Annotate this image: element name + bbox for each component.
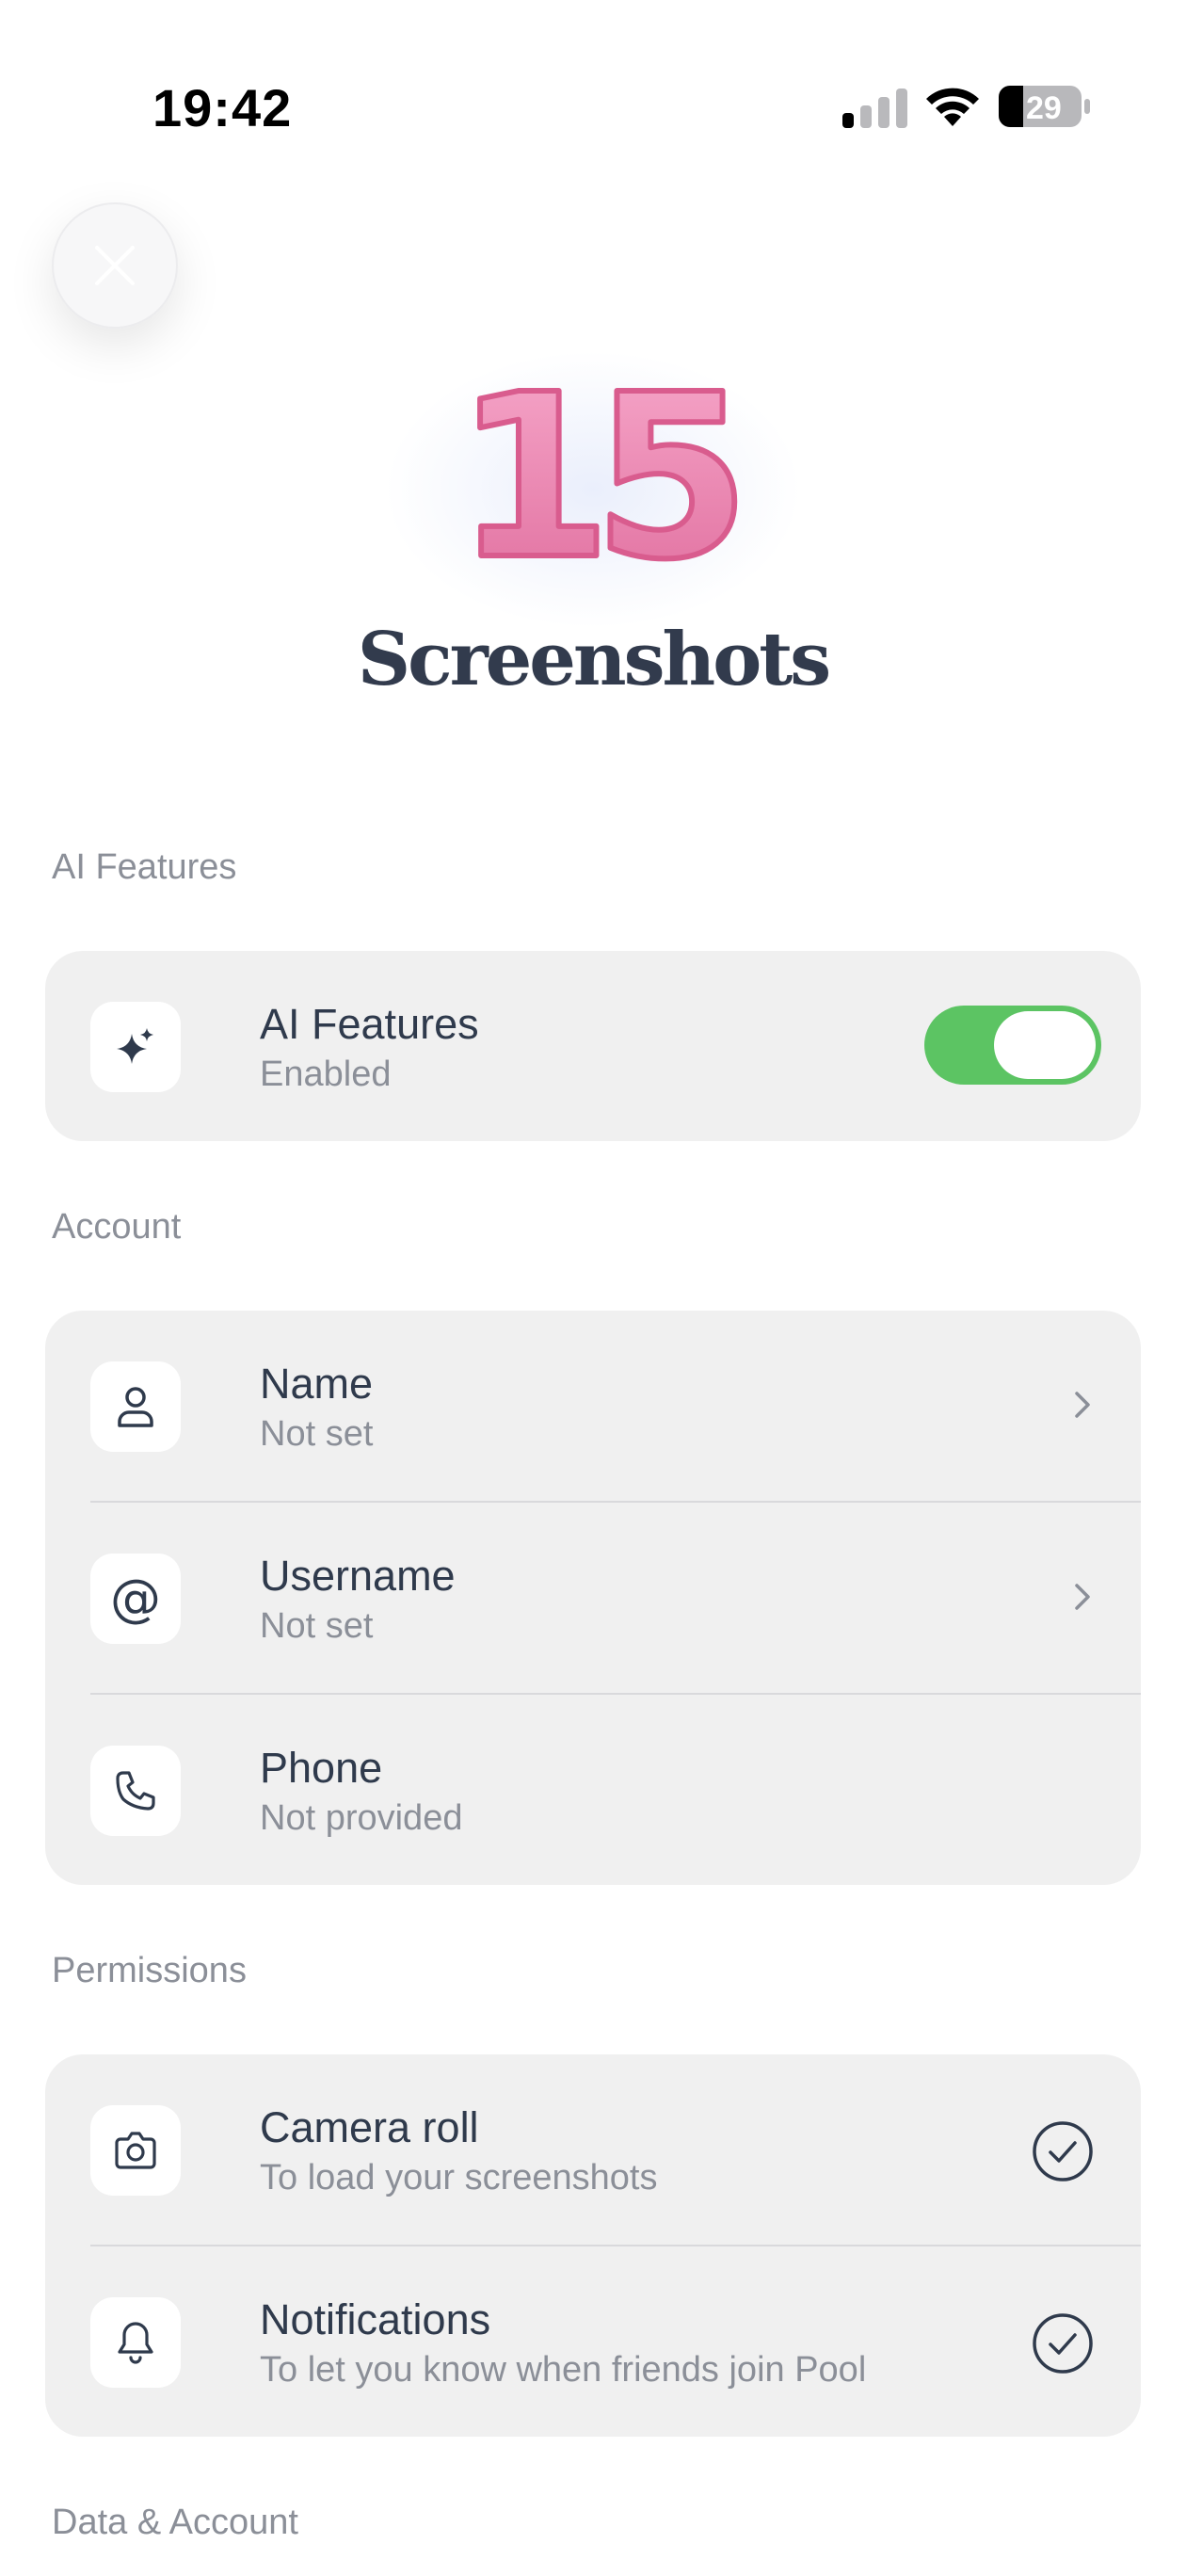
count-number: 15: [455, 358, 735, 603]
sparkle-icon: [117, 1028, 153, 1064]
chevron-right-icon: [1075, 1392, 1090, 1418]
ai-features-status: Enabled: [260, 1055, 392, 1094]
ai-features-toggle[interactable]: [924, 1006, 1101, 1085]
notifications-description: To let you know when friends join Pool: [260, 2350, 867, 2390]
name-value: Not set: [260, 1414, 374, 1454]
phone-title: Phone: [260, 1744, 383, 1792]
cellular-signal-icon: [842, 89, 907, 128]
section-label-ai: AI Features: [52, 847, 237, 887]
bell-icon: [118, 2322, 153, 2364]
toggle-knob: [994, 1011, 1096, 1079]
ai-features-card: AI Features Enabled: [45, 951, 1141, 1141]
notifications-title: Notifications: [260, 2295, 491, 2343]
ai-features-row[interactable]: AI Features Enabled: [45, 951, 1141, 1141]
section-label-account: Account: [52, 1207, 182, 1247]
section-label-permissions: Permissions: [52, 1951, 247, 1990]
chevron-right-icon: [1075, 1584, 1090, 1610]
battery-indicator: 29: [998, 85, 1092, 128]
permission-row-notifications[interactable]: Notifications To let you know when frien…: [45, 2246, 1141, 2437]
username-title: Username: [260, 1552, 456, 1600]
at-icon: @: [110, 1569, 161, 1628]
close-button[interactable]: [52, 202, 178, 329]
screenshot-count-badge: 15: [452, 358, 753, 603]
account-card: Name Not set @ Username Not set Phone No…: [45, 1311, 1141, 1885]
account-row-username[interactable]: @ Username Not set: [45, 1503, 1141, 1693]
camera-icon-box: [90, 2105, 181, 2196]
ai-icon-box: [90, 1002, 181, 1092]
bell-icon-box: [90, 2297, 181, 2388]
account-row-phone[interactable]: Phone Not provided: [45, 1695, 1141, 1885]
status-bar: 19:42 29: [0, 0, 1186, 188]
permission-row-camera-roll[interactable]: Camera roll To load your screenshots: [45, 2054, 1141, 2245]
section-label-data-account: Data & Account: [52, 2503, 298, 2542]
battery-percentage: 29: [1026, 90, 1062, 126]
status-time: 19:42: [152, 78, 293, 137]
check-circle-icon: [1033, 2121, 1093, 2182]
username-icon-box: @: [90, 1554, 181, 1644]
camera-roll-description: To load your screenshots: [260, 2158, 658, 2198]
phone-icon: [116, 1771, 155, 1811]
camera-roll-title: Camera roll: [260, 2103, 479, 2151]
ai-features-title: AI Features: [260, 1000, 479, 1048]
phone-icon-box: [90, 1746, 181, 1836]
person-icon: [118, 1387, 153, 1427]
name-title: Name: [260, 1360, 374, 1408]
username-value: Not set: [260, 1606, 374, 1646]
permissions-card: Camera roll To load your screenshots Not…: [45, 2054, 1141, 2437]
wifi-icon: [926, 88, 979, 126]
app-title: Screenshots: [357, 617, 831, 702]
camera-icon: [115, 2132, 156, 2169]
check-circle-icon: [1033, 2313, 1093, 2374]
name-icon-box: [90, 1361, 181, 1452]
phone-value: Not provided: [260, 1798, 463, 1838]
account-row-name[interactable]: Name Not set: [45, 1311, 1141, 1501]
close-icon: [95, 246, 135, 285]
